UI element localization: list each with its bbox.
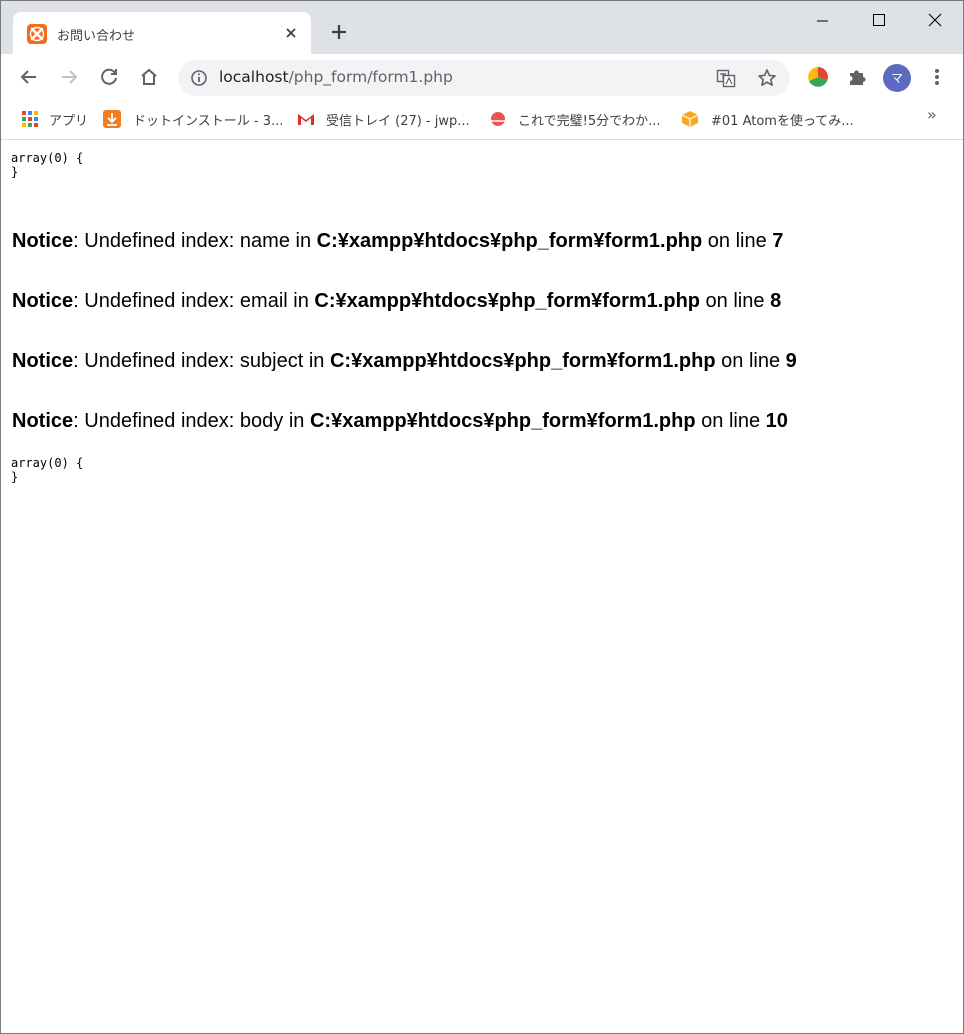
apps-grid-icon xyxy=(20,109,40,129)
notice-message: Undefined index: email in xyxy=(84,290,315,312)
notice-label: Notice xyxy=(12,350,74,372)
new-tab-plus-icon[interactable] xyxy=(327,20,351,44)
download-icon xyxy=(102,109,122,129)
notice-file: C:¥xampp¥htdocs¥php_form¥form1.php xyxy=(314,290,700,312)
bookmark-star-icon[interactable] xyxy=(756,67,778,89)
tab-title: お問い合わせ xyxy=(57,29,136,44)
php-notice: Notice: Undefined index: name in C:¥xamp… xyxy=(12,230,783,253)
notice-on-line: on line xyxy=(702,230,773,252)
bookmark-dotinstall[interactable]: ドットインストール - 3... xyxy=(102,108,283,130)
bookmark-gmail[interactable]: 受信トレイ (27) - jwp... xyxy=(296,108,476,130)
url-host: localhost xyxy=(219,68,289,86)
notice-line-number: 8 xyxy=(770,290,782,312)
notice-label: Notice xyxy=(12,290,74,312)
notice-line-number: 9 xyxy=(785,350,797,372)
notice-message: Undefined index: subject in xyxy=(84,350,330,372)
notice-label: Notice xyxy=(12,410,74,432)
bookmark-apps[interactable]: アプリ xyxy=(20,108,90,130)
notice-line-number: 10 xyxy=(765,410,788,432)
translate-icon[interactable] xyxy=(716,68,736,88)
php-notice: Notice: Undefined index: email in C:¥xam… xyxy=(12,290,781,313)
notice-on-line: on line xyxy=(700,290,771,312)
page-content: array(0) { } Notice: Undefined index: na… xyxy=(1,140,963,1033)
notice-separator: : xyxy=(73,410,85,432)
notice-on-line: on line xyxy=(715,350,786,372)
bookmark-atom[interactable]: #01 Atomを使ってみ... xyxy=(680,108,860,130)
notice-message: Undefined index: name in xyxy=(84,230,317,252)
notice-file: C:¥xampp¥htdocs¥php_form¥form1.php xyxy=(309,410,696,432)
bookmark-label: 受信トレイ (27) - jwp... xyxy=(326,114,470,129)
bookmark-5min[interactable]: これで完璧!5分でわか... xyxy=(488,108,668,130)
notice-file: C:¥xampp¥htdocs¥php_form¥form1.php xyxy=(329,350,716,372)
maximize-icon[interactable] xyxy=(856,7,902,35)
reload-icon[interactable] xyxy=(96,64,122,90)
notice-line-number: 7 xyxy=(772,230,784,252)
notice-separator: : xyxy=(73,230,85,252)
bookmark-label: #01 Atomを使ってみ... xyxy=(711,114,854,129)
minimize-icon[interactable] xyxy=(799,7,845,35)
notice-message: Undefined index: body in xyxy=(84,410,310,432)
red-circle-icon xyxy=(488,109,508,129)
notice-separator: : xyxy=(73,290,85,312)
menu-kebab-icon[interactable] xyxy=(924,64,950,90)
bookmark-label: ドットインストール - 3... xyxy=(133,114,284,129)
extension-color-icon[interactable] xyxy=(805,64,831,90)
php-notice: Notice: Undefined index: subject in C:¥x… xyxy=(12,350,797,373)
xampp-favicon-icon xyxy=(27,24,47,44)
home-icon[interactable] xyxy=(136,64,162,90)
var-dump-output: array(0) { } xyxy=(11,456,84,484)
notice-file: C:¥xampp¥htdocs¥php_form¥form1.php xyxy=(316,230,703,252)
bookmark-label: アプリ xyxy=(49,114,89,129)
back-arrow-icon[interactable] xyxy=(16,64,42,90)
tab-close-icon[interactable] xyxy=(281,23,301,43)
address-bar[interactable]: localhost/php_form/form1.php xyxy=(178,60,790,96)
bookmarks-bar: アプリ ドットインストール - 3... 受信トレイ (27) - jwp...… xyxy=(1,101,963,140)
tab-strip: お問い合わせ xyxy=(1,1,963,54)
browser-toolbar: localhost/php_form/form1.php マ xyxy=(1,54,963,101)
browser-window: お問い合わせ localhost/php_form/form1.php マ アプ… xyxy=(0,0,964,1034)
bookmark-label: これで完璧!5分でわか... xyxy=(518,114,661,129)
url-text[interactable]: localhost/php_form/form1.php xyxy=(219,68,453,86)
notice-label: Notice xyxy=(12,230,74,252)
notice-on-line: on line xyxy=(695,410,766,432)
bookmarks-overflow-chevron[interactable]: » xyxy=(927,105,937,124)
php-notice: Notice: Undefined index: body in C:¥xamp… xyxy=(12,410,788,433)
url-path: /php_form/form1.php xyxy=(288,68,453,86)
package-box-icon xyxy=(680,109,700,129)
forward-arrow-icon[interactable] xyxy=(56,64,82,90)
notice-separator: : xyxy=(73,350,85,372)
active-tab[interactable]: お問い合わせ xyxy=(13,12,311,54)
gmail-icon xyxy=(296,109,316,129)
var-dump-output: array(0) { } xyxy=(11,151,84,179)
profile-avatar[interactable]: マ xyxy=(883,64,911,92)
close-window-icon[interactable] xyxy=(912,7,958,35)
site-info-icon[interactable] xyxy=(190,69,208,87)
extensions-puzzle-icon[interactable] xyxy=(844,64,870,90)
